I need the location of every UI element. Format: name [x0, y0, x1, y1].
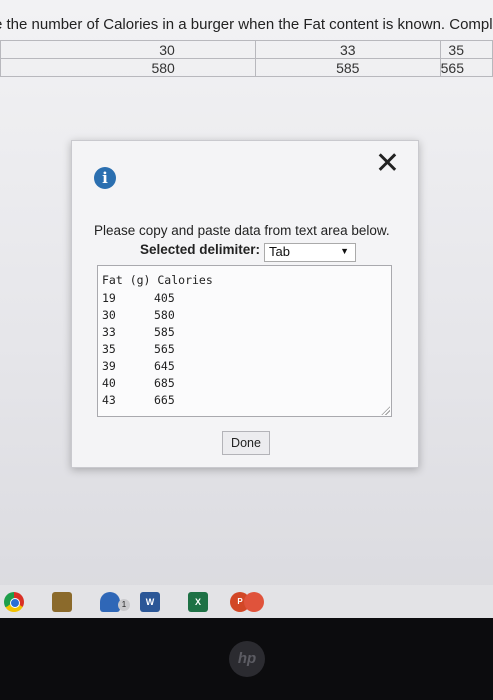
delimiter-select[interactable]: Tab ▼: [264, 243, 356, 262]
info-icon: i: [94, 167, 116, 189]
table-cell: 33: [254, 40, 441, 59]
table-cell: 580: [0, 58, 256, 77]
textarea-row: 19 405: [102, 290, 175, 307]
textarea-row: 43 665: [102, 392, 175, 409]
calories-value: 585: [154, 325, 175, 339]
store-badge: 1: [118, 599, 130, 611]
fat-value: 43: [102, 393, 116, 407]
fat-value: 40: [102, 376, 116, 390]
textarea-row: 40 685: [102, 375, 175, 392]
table-cell: 585: [254, 58, 441, 77]
fat-value: 33: [102, 325, 116, 339]
app-icon[interactable]: [244, 592, 264, 612]
fat-value: 30: [102, 308, 116, 322]
fat-value: 35: [102, 342, 116, 356]
textarea-row: 33 585: [102, 324, 175, 341]
delimiter-value: Tab: [269, 244, 290, 259]
table-row: 580 585 565: [0, 58, 493, 77]
question-text: e the number of Calories in a burger whe…: [0, 16, 493, 33]
data-textarea[interactable]: Fat (g) Calories 19 405 30 580 33 585 35 565…: [97, 265, 392, 417]
calories-value: 645: [154, 359, 175, 373]
delimiter-label: Selected delimiter:: [140, 242, 261, 257]
table-cell: 30: [0, 40, 256, 59]
chrome-icon[interactable]: [4, 592, 24, 612]
screen: e the number of Calories in a burger whe…: [0, 0, 493, 618]
textarea-row: 35 565: [102, 341, 175, 358]
file-explorer-icon[interactable]: [52, 592, 72, 612]
taskbar: 1 W X P: [0, 585, 493, 618]
calories-value: 580: [154, 308, 175, 322]
textarea-row: 39 645: [102, 358, 175, 375]
table-cell: 565: [439, 58, 493, 77]
fat-value: 19: [102, 291, 116, 305]
textarea-row: 30 580: [102, 307, 175, 324]
calories-value: 685: [154, 376, 175, 390]
store-icon[interactable]: [100, 592, 120, 612]
instruction-text: Please copy and paste data from text are…: [94, 223, 390, 238]
calories-value: 565: [154, 342, 175, 356]
excel-icon[interactable]: X: [188, 592, 208, 612]
textarea-header: Fat (g) Calories: [102, 273, 213, 287]
data-table: 30 33 35 580 585 565: [0, 40, 493, 77]
hp-logo: hp: [229, 641, 265, 677]
calories-value: 665: [154, 393, 175, 407]
resize-grip-icon[interactable]: [381, 406, 390, 415]
table-cell: 35: [439, 40, 493, 59]
close-icon[interactable]: ✕: [375, 149, 400, 179]
data-dialog: i ✕ Please copy and paste data from text…: [71, 140, 419, 468]
word-icon[interactable]: W: [140, 592, 160, 612]
fat-value: 39: [102, 359, 116, 373]
table-row: 30 33 35: [0, 40, 493, 59]
calories-value: 405: [154, 291, 175, 305]
done-button[interactable]: Done: [222, 431, 270, 455]
dropdown-arrow-icon: ▼: [340, 246, 349, 256]
